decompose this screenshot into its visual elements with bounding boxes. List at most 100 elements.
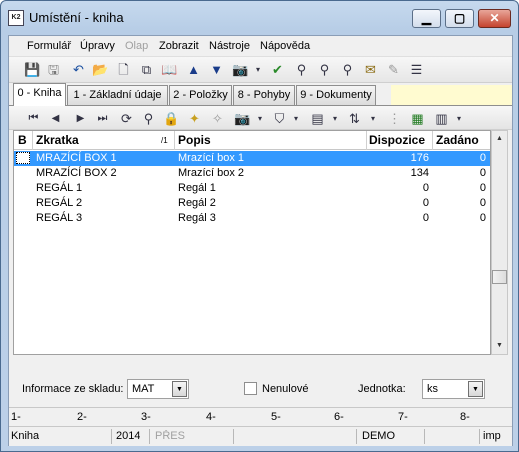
columns-icon[interactable]: ▤ — [309, 110, 326, 127]
menu-nastroje[interactable]: Nástroje — [209, 40, 250, 52]
scroll-up-icon[interactable]: ▲ — [492, 131, 507, 147]
status-divider — [424, 429, 425, 444]
application-window: K2 Umístění - kniha ▁ ▢ ✕ Formulář Úprav… — [0, 0, 519, 452]
minimize-button[interactable]: ▁ — [412, 9, 441, 28]
report-icon[interactable]: ▥ — [433, 110, 450, 127]
refresh-icon[interactable]: ⟳ — [118, 110, 135, 127]
nenulove-label[interactable]: Nenulové — [262, 383, 308, 395]
menu-bar: Formulář Úpravy Olap Zobrazit Nástroje N… — [9, 36, 512, 57]
cell-zkratka: REGÁL 2 — [36, 197, 83, 209]
ruler-mark: 6- — [334, 411, 344, 423]
dropdown-arrow-icon[interactable]: ▾ — [292, 110, 300, 127]
find-next-icon[interactable]: ⚲ — [316, 61, 333, 78]
minimize-icon: ▁ — [421, 11, 432, 25]
tab-kniha[interactable]: 0 - Kniha — [13, 83, 66, 106]
menu-zobrazit[interactable]: Zobrazit — [159, 40, 199, 52]
k2-app-icon[interactable]: K2 — [8, 10, 24, 26]
mail-icon[interactable]: ✉ — [362, 61, 379, 78]
dropdown-arrow-icon[interactable]: ▾ — [369, 110, 377, 127]
camera-icon[interactable]: 📷 — [234, 110, 251, 127]
binoculars-icon[interactable]: ⚲ — [293, 61, 310, 78]
maximize-icon: ▢ — [453, 11, 466, 25]
menu-upravy[interactable]: Úpravy — [80, 40, 115, 52]
cell-zkratka: REGÁL 3 — [36, 212, 83, 224]
table-row[interactable]: REGÁL 3 Regál 3 0 0 — [14, 211, 490, 226]
column-header-zkratka[interactable]: Zkratka — [36, 133, 79, 147]
close-button[interactable]: ✕ — [478, 9, 511, 28]
filter-icon[interactable]: ⛉ — [271, 110, 288, 127]
title-bar[interactable]: K2 Umístění - kniha ▁ ▢ ✕ — [1, 1, 518, 35]
table-row[interactable]: MRAZÍCÍ BOX 2 Mrazící box 2 134 0 — [14, 166, 490, 181]
cell-dispozice: 0 — [422, 212, 429, 224]
cell-zadano: 0 — [479, 212, 486, 224]
tab-pohyby[interactable]: 8 - Pohyby — [233, 85, 295, 105]
tab-zakladni-udaje[interactable]: 1 - Základní údaje — [67, 85, 168, 105]
camera-icon[interactable]: 📷 — [232, 61, 249, 78]
sklad-select[interactable]: MAT ▼ — [127, 379, 189, 399]
sort-icon[interactable]: ⇅ — [346, 110, 363, 127]
dropdown-arrow-icon[interactable]: ▾ — [256, 110, 264, 127]
menu-napoveda[interactable]: Nápověda — [260, 40, 310, 52]
first-record-icon[interactable]: ⏮ — [25, 110, 42, 127]
dropdown-arrow-icon[interactable]: ▾ — [455, 110, 463, 127]
edit-disabled-icon[interactable]: ✎ — [385, 61, 402, 78]
nenulove-checkbox[interactable] — [244, 382, 257, 395]
book-icon[interactable]: 📖 — [161, 61, 178, 78]
arrow-down-icon[interactable]: ▼ — [208, 61, 225, 78]
cell-popis: Regál 2 — [178, 197, 216, 209]
sort-order-indicator: /1 — [161, 136, 168, 145]
table-row[interactable]: REGÁL 1 Regál 1 0 0 — [14, 181, 490, 196]
status-year: 2014 — [116, 430, 141, 442]
status-form-name: Kniha — [11, 430, 40, 442]
lock-icon[interactable]: 🔒 — [163, 110, 180, 127]
jednotka-select[interactable]: ks ▼ — [422, 379, 485, 399]
remove-star-icon[interactable]: ✧ — [209, 110, 226, 127]
save-as-icon[interactable]: 🖫 — [45, 61, 62, 78]
next-record-icon[interactable]: ▶ — [72, 110, 89, 127]
column-header-dispozice[interactable]: Dispozice — [369, 133, 425, 147]
save-icon[interactable]: 💾 — [24, 61, 41, 78]
chevron-down-icon[interactable]: ▼ — [172, 381, 187, 397]
maximize-button[interactable]: ▢ — [445, 9, 474, 28]
tab-dokumenty[interactable]: 9 - Dokumenty — [296, 85, 376, 105]
list-menu-icon[interactable]: ☰ — [408, 61, 425, 78]
copy-document-icon[interactable]: ⧉ — [138, 61, 155, 78]
prev-record-icon[interactable]: ◀ — [47, 110, 64, 127]
menu-formular[interactable]: Formulář — [27, 40, 71, 52]
table-row[interactable]: MRAZÍCÍ BOX 1 Mrazící box 1 176 0 — [14, 151, 490, 166]
chevron-down-icon[interactable]: ▼ — [468, 381, 483, 397]
open-folder-icon[interactable]: 📂 — [92, 61, 109, 78]
grid-toolbar: ⏮ ◀ ▶ ⏭ ⟳ ⚲ 🔒 ✦ ✧ 📷 ▾ ⛉ ▾ ▤ ▾ ⇅ ▾ ⋮ ▦ ▥ … — [9, 105, 512, 130]
table-row[interactable]: REGÁL 2 Regál 2 0 0 — [14, 196, 490, 211]
binoculars-icon[interactable]: ⚲ — [140, 110, 157, 127]
find-all-icon[interactable]: ⚲ — [339, 61, 356, 78]
column-header-popis[interactable]: Popis — [178, 133, 211, 147]
column-header-zadano[interactable]: Zadáno — [436, 133, 479, 147]
tab-polozky[interactable]: 2 - Položky — [169, 85, 232, 105]
sklad-value: MAT — [132, 383, 155, 395]
add-star-icon[interactable]: ✦ — [186, 110, 203, 127]
dropdown-arrow-icon[interactable]: ▾ — [331, 110, 339, 127]
column-header-b[interactable]: B — [18, 133, 27, 147]
row-marker[interactable] — [16, 152, 30, 164]
jednotka-label: Jednotka: — [358, 383, 406, 395]
menu-olap[interactable]: Olap — [125, 40, 148, 52]
arrow-up-icon[interactable]: ▲ — [185, 61, 202, 78]
vertical-scrollbar[interactable]: ▲ ▼ — [491, 130, 508, 355]
column-divider — [366, 131, 367, 150]
ruler-mark: 5- — [271, 411, 281, 423]
window-title: Umístění - kniha — [29, 10, 124, 25]
ruler-mark: 2- — [77, 411, 87, 423]
scroll-thumb[interactable] — [492, 270, 507, 284]
scroll-down-icon[interactable]: ▼ — [492, 338, 507, 354]
last-record-icon[interactable]: ⏭ — [94, 110, 111, 127]
tree-icon[interactable]: ⋮ — [386, 110, 403, 127]
dropdown-arrow-icon[interactable]: ▾ — [254, 61, 262, 78]
excel-icon[interactable]: ▦ — [409, 110, 426, 127]
new-document-icon[interactable]: 🗋 — [115, 61, 132, 78]
column-divider — [432, 131, 433, 150]
undo-icon[interactable]: ↶ — [70, 61, 87, 78]
cell-dispozice: 176 — [410, 152, 429, 164]
data-grid: B Zkratka /1 Popis Dispozice Zadáno MRAZ… — [13, 130, 491, 355]
run-icon[interactable]: ✔ — [269, 61, 286, 78]
